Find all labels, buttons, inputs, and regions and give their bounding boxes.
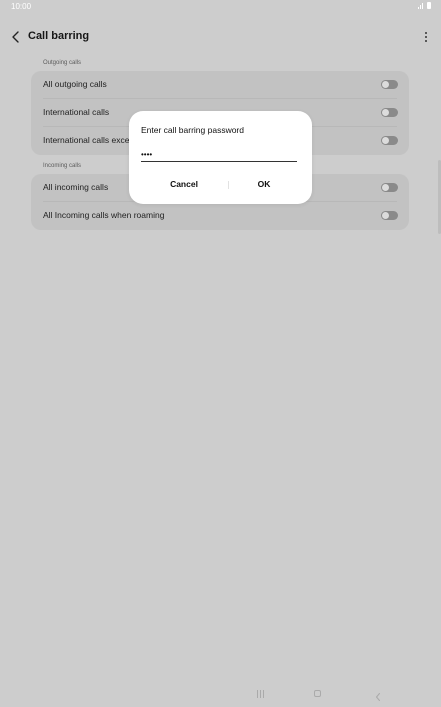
app-bar: Call barring xyxy=(0,24,441,50)
ok-button[interactable]: OK xyxy=(224,173,304,195)
status-time: 10:00 xyxy=(11,2,32,11)
recents-icon[interactable] xyxy=(256,690,266,698)
row-label: All incoming calls xyxy=(43,182,109,192)
status-icons xyxy=(418,2,431,9)
row-label: International calls xyxy=(43,107,110,117)
home-icon[interactable] xyxy=(314,690,321,697)
toggle-switch[interactable] xyxy=(381,80,398,89)
password-dialog: Enter call barring password Cancel OK xyxy=(129,111,312,204)
cancel-button[interactable]: Cancel xyxy=(144,173,224,195)
status-bar: 10:00 xyxy=(0,0,441,14)
section-header-incoming: Incoming calls xyxy=(43,163,82,169)
toggle-switch[interactable] xyxy=(381,136,398,145)
row-label: International calls exce xyxy=(43,135,130,145)
setting-row-incoming-roaming[interactable]: All Incoming calls when roaming xyxy=(31,202,409,230)
setting-row-all-outgoing[interactable]: All outgoing calls xyxy=(31,71,409,99)
dialog-title: Enter call barring password xyxy=(141,125,244,135)
row-label: All outgoing calls xyxy=(43,79,107,89)
toggle-switch[interactable] xyxy=(381,183,398,192)
chevron-left-icon[interactable] xyxy=(9,29,23,45)
page-title: Call barring xyxy=(28,30,90,42)
row-label: All Incoming calls when roaming xyxy=(43,210,165,220)
password-input[interactable] xyxy=(141,147,297,162)
more-vertical-icon[interactable] xyxy=(421,30,431,44)
toggle-switch[interactable] xyxy=(381,108,398,117)
signal-icon xyxy=(418,2,424,9)
back-icon[interactable] xyxy=(374,689,382,701)
navigation-bar xyxy=(0,686,441,706)
battery-icon xyxy=(427,2,431,9)
toggle-switch[interactable] xyxy=(381,211,398,220)
section-header-outgoing: Outgoing calls xyxy=(43,60,82,66)
